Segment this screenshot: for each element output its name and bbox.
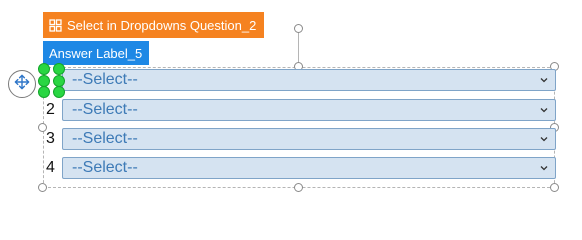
- answer-label-text: Answer Label_5: [49, 45, 143, 61]
- dropdown-row-1: --Select--: [44, 69, 556, 91]
- element-select-handle[interactable]: [53, 86, 65, 98]
- chevron-down-icon: [540, 78, 548, 83]
- element-select-handle[interactable]: [38, 86, 50, 98]
- dropdown-row-4: 4 --Select--: [44, 157, 556, 179]
- question-label-text: Select in Dropdowns Question_2: [67, 17, 257, 33]
- answer-label-tag[interactable]: Answer Label_5: [43, 41, 150, 65]
- dropdown-placeholder: --Select--: [72, 71, 138, 88]
- chevron-down-icon: [540, 166, 548, 171]
- rotate-handle[interactable]: [294, 24, 303, 33]
- chevron-down-icon: [540, 137, 548, 142]
- grid-icon: [49, 18, 62, 32]
- question-editor-canvas: Select in Dropdowns Question_2 Answer La…: [0, 0, 582, 205]
- resize-handle-bottom-left[interactable]: [38, 183, 47, 192]
- element-select-handle[interactable]: [38, 63, 50, 75]
- dropdown-row-2: 2 --Select--: [44, 99, 556, 121]
- chevron-down-icon: [540, 108, 548, 113]
- move-arrows-icon: [13, 73, 31, 96]
- resize-handle-bottom[interactable]: [294, 183, 303, 192]
- row-number: 3: [46, 130, 55, 147]
- dropdown-placeholder: --Select--: [72, 159, 138, 176]
- resize-handle-bottom-right[interactable]: [550, 183, 559, 192]
- dropdown-placeholder: --Select--: [72, 101, 138, 118]
- dropdown-row-3: 3 --Select--: [44, 128, 556, 150]
- dropdown-placeholder: --Select--: [72, 130, 138, 147]
- row-number: 4: [46, 159, 55, 176]
- select-dropdown-1[interactable]: --Select--: [62, 69, 556, 91]
- element-select-handle[interactable]: [53, 63, 65, 75]
- select-dropdown-4[interactable]: --Select--: [62, 157, 556, 179]
- row-number: 2: [46, 101, 55, 118]
- move-handle[interactable]: [8, 70, 36, 98]
- select-dropdown-3[interactable]: --Select--: [62, 128, 556, 150]
- select-dropdown-2[interactable]: --Select--: [62, 99, 556, 121]
- question-label-tag[interactable]: Select in Dropdowns Question_2: [43, 12, 265, 38]
